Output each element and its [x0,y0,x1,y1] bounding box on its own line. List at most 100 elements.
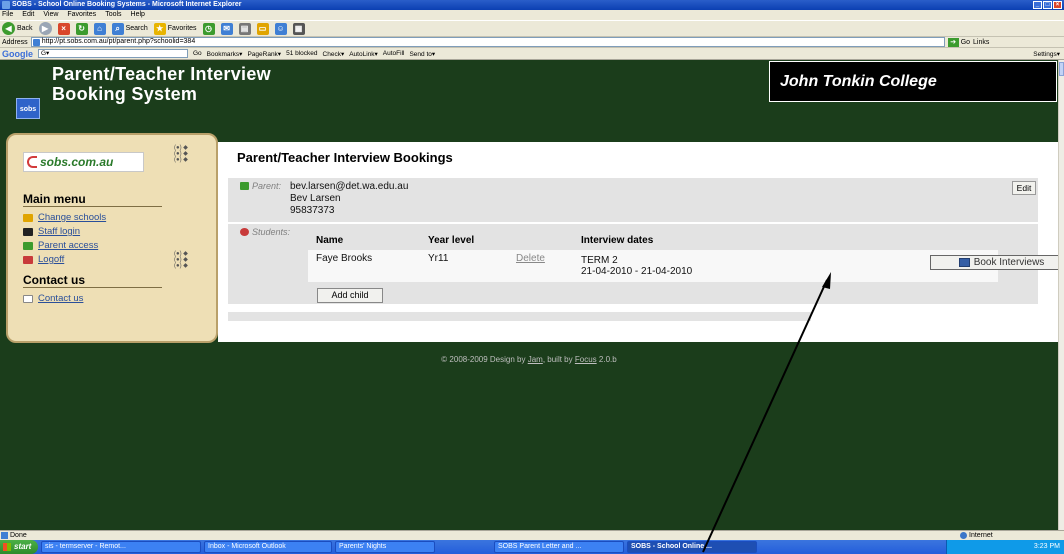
system-tray: 3:23 PM [946,540,1064,554]
status-bar: Done Internet [0,530,1064,540]
sidebar-item-change-schools[interactable]: Change schools [23,212,106,223]
taskbar-item-active[interactable]: SOBS - School Online ... [627,541,757,553]
standard-toolbar: ◀ Back ▶ × ↻ ⌂ ⌕ Search ★ Favorites ◷ ✉ … [0,20,1064,37]
version: 2.0.b [598,355,617,364]
start-button[interactable]: start [0,540,38,554]
students-label: Students: [240,227,290,237]
address-input[interactable]: http://pt.sobs.com.au/pt/parent.php?scho… [30,37,945,47]
window-titlebar: SOBS - School Online Booking Systems - M… [0,0,1064,10]
folder-icon[interactable]: ▭ [256,22,269,35]
autofill-button[interactable]: AutoFill [383,50,405,57]
menu-divider [23,206,162,207]
taskbar-item[interactable]: SOBS Parent Letter and ... [494,541,624,553]
menu-bar: File Edit View Favorites Tools Help [0,10,1064,20]
logoff-icon [23,255,33,264]
student-year: Yr11 [428,253,449,264]
menu-file[interactable]: File [2,10,13,20]
home-icon[interactable]: ⌂ [93,22,106,35]
google-bookmarks-button[interactable]: Bookmarks▾ [207,50,243,58]
clock: 3:23 PM [1033,543,1060,550]
parent-section: Parent: bev.larsen@det.wa.edu.au Bev Lar… [228,178,1038,222]
user-icon [240,182,249,190]
contact-heading: Contact us [23,273,86,287]
research-icon[interactable]: ▦ [292,22,305,35]
column-header-name: Name [316,235,344,246]
google-settings-button[interactable]: Settings▾ [1033,50,1064,58]
menu-help[interactable]: Help [131,10,145,20]
students-section: Students: Name Year level Interview date… [228,224,1058,304]
school-name: John Tonkin College [769,61,1057,102]
book-icon [958,258,970,267]
popup-blocked-button[interactable]: 51 blocked [286,50,317,57]
design-link[interactable]: Jam [528,355,543,364]
history-icon[interactable]: ◷ [202,22,215,35]
minimize-icon[interactable]: _ [1033,1,1042,9]
send-to-button[interactable]: Send to▾ [409,50,435,58]
site-title: Parent/Teacher Interview Booking System [52,64,271,104]
page-viewport: sobs Parent/Teacher Interview Booking Sy… [0,60,1058,530]
sidebar-item-staff-login[interactable]: Staff login [23,226,80,237]
menu-divider [23,287,162,288]
menu-edit[interactable]: Edit [22,10,34,20]
copyright-footer: © 2008-2009 Design by Jam, built by Focu… [441,355,617,364]
pencil-icon [23,213,33,222]
forward-arrow-icon[interactable]: ▶ [38,22,52,35]
mail-icon[interactable]: ✉ [220,22,233,35]
google-logo: Google [2,48,33,59]
menu-tools[interactable]: Tools [105,10,121,20]
delete-link[interactable]: Delete [516,253,545,264]
sidebar-item-logoff[interactable]: Logoff [23,254,64,265]
edit-button[interactable]: Edit [1012,181,1036,195]
page-title: Parent/Teacher Interview Bookings [237,150,453,165]
user-icon [23,241,33,250]
globe-icon [960,532,967,539]
book-interviews-button[interactable]: Book Interviews [930,255,1058,270]
sobs-brand-logo[interactable]: sobs.com.au [23,152,144,172]
student-name: Faye Brooks [316,253,373,264]
links-button[interactable]: Links [973,39,989,46]
stop-icon[interactable]: × [57,22,70,35]
sidebar-item-parent-access[interactable]: Parent access [23,240,98,251]
taskbar-item[interactable]: Inbox - Microsoft Outlook [204,541,332,553]
print-icon[interactable]: ▤ [238,22,251,35]
google-go-button[interactable]: Go [193,50,202,57]
page-status-icon [1,532,8,539]
sobs-mark-icon [27,156,37,168]
interview-term: TERM 2 [581,255,618,266]
main-panel: Parent/Teacher Interview Bookings Parent… [218,142,1058,342]
back-arrow-icon: ◀ [2,22,15,35]
maximize-icon[interactable]: □ [1043,1,1052,9]
parent-label: Parent: [240,181,281,191]
scrollbar-thumb[interactable] [1059,62,1064,76]
ornament-icon: (●) ◆ (●) ◆ (●) ◆ [174,251,188,269]
spell-check-button[interactable]: Check▾ [323,50,345,58]
messenger-icon[interactable]: ☺ [274,22,287,35]
built-by-link[interactable]: Focus [575,355,597,364]
column-header-interview-dates: Interview dates [581,235,654,246]
go-arrow-icon: ➔ [947,37,959,47]
staff-icon [23,227,33,236]
students-icon [240,228,249,236]
sobs-logo-icon[interactable]: sobs [16,98,40,119]
go-button[interactable]: ➔ Go [947,37,970,47]
close-icon[interactable]: × [1053,1,1062,9]
menu-favorites[interactable]: Favorites [67,10,96,20]
search-button[interactable]: ⌕ Search [111,22,148,36]
refresh-icon[interactable]: ↻ [75,22,88,35]
search-icon: ⌕ [111,22,124,35]
sidebar-item-contact-us[interactable]: Contact us [23,293,83,304]
favorites-button[interactable]: ★ Favorites [153,22,197,36]
taskbar-item[interactable]: sis - termserver - Remot... [41,541,201,553]
google-pagerank-button[interactable]: PageRank▾ [247,50,281,58]
autolink-button[interactable]: AutoLink▾ [349,50,378,58]
parent-details: bev.larsen@det.wa.edu.au Bev Larsen 9583… [290,181,408,217]
envelope-icon [23,294,33,303]
vertical-scrollbar[interactable] [1058,60,1064,530]
taskbar-item[interactable]: Parents' Nights [335,541,435,553]
menu-view[interactable]: View [43,10,58,20]
address-bar: Address http://pt.sobs.com.au/pt/parent.… [0,37,1064,48]
google-search-input[interactable]: G▾ [38,49,188,58]
ornament-icon: (●) ◆ (●) ◆ (●) ◆ [174,145,188,163]
back-button[interactable]: ◀ Back [2,22,33,36]
add-child-button[interactable]: Add child [317,288,383,303]
